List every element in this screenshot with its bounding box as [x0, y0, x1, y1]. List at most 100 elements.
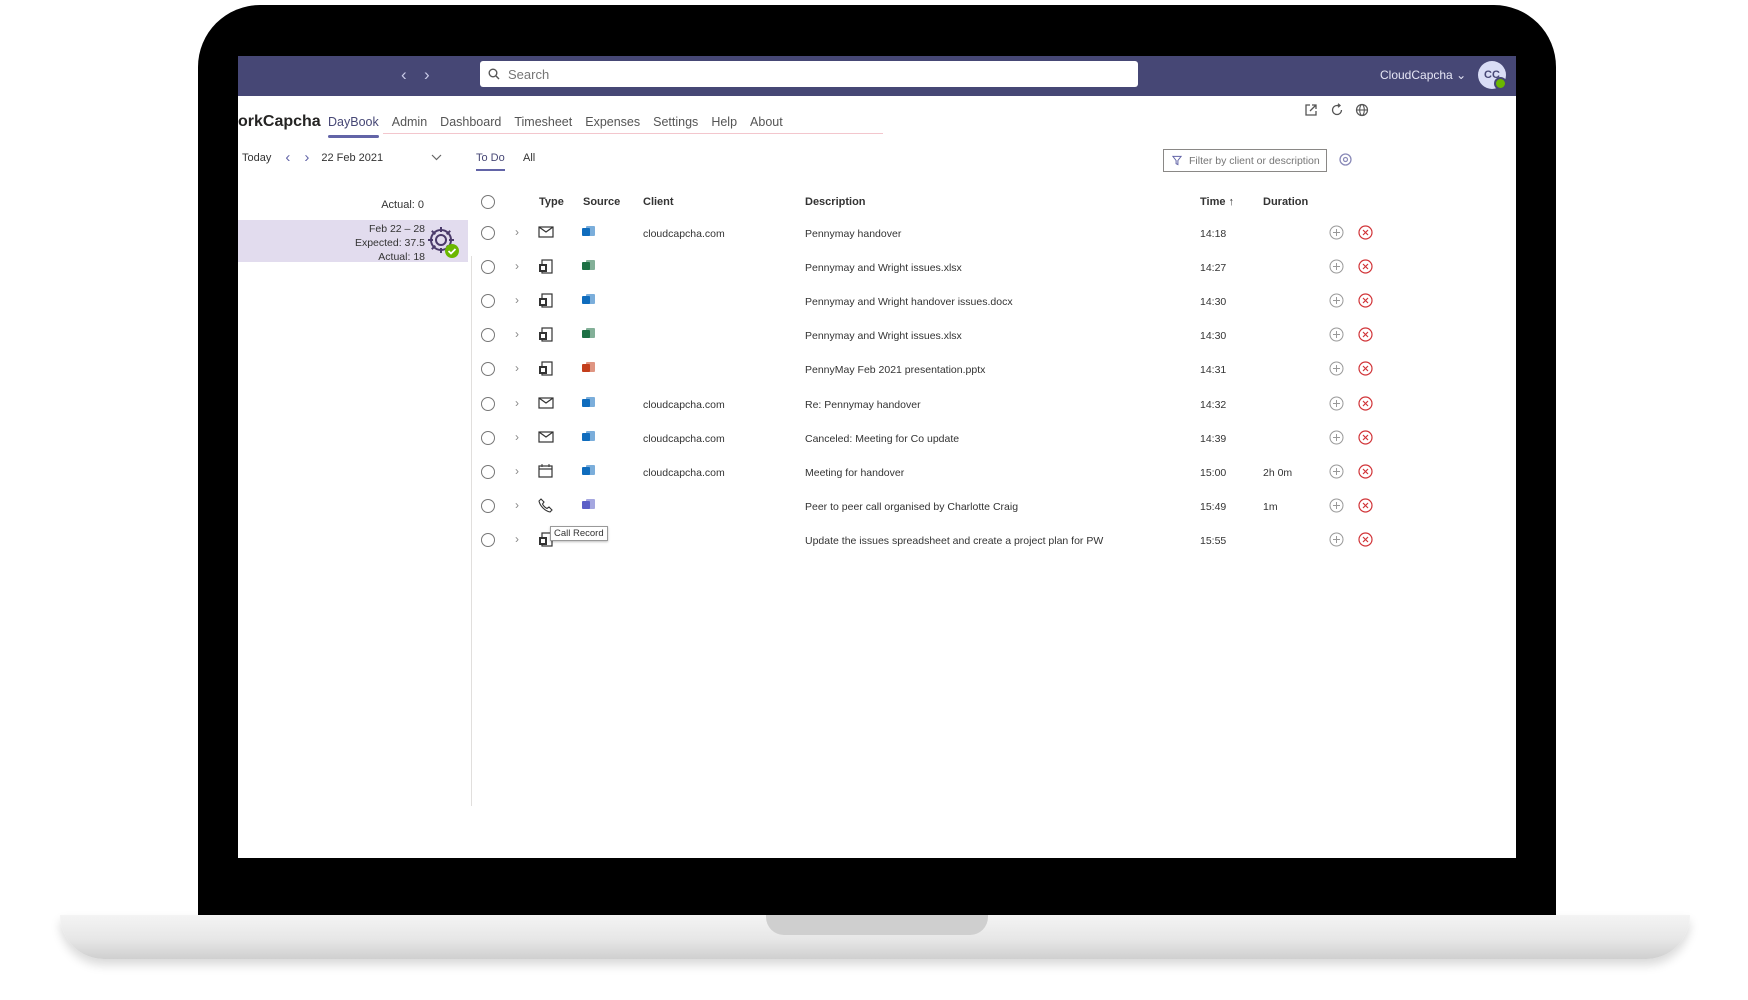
document-icon [538, 361, 554, 382]
delete-icon[interactable] [1358, 327, 1373, 342]
table-row[interactable]: › cloudcapcha.com Canceled: Meeting for Co… [238, 422, 1516, 456]
filter-box[interactable] [1163, 149, 1327, 172]
table-row[interactable]: › Pennymay and Wright issues.xlsx 14:27 [238, 251, 1516, 285]
table-row[interactable]: › PennyMay Feb 2021 presentation.pptx 14:3… [238, 353, 1516, 387]
chevron-right-icon[interactable]: › [515, 532, 519, 546]
chevron-right-icon[interactable]: › [515, 430, 519, 444]
time-cell: 14:31 [1200, 364, 1227, 377]
teams-icon [582, 498, 596, 516]
top-bar: ‹ › CloudCapcha ⌄ CC [238, 56, 1516, 96]
chevron-right-icon[interactable]: › [515, 225, 519, 239]
refresh-icon[interactable] [1330, 103, 1344, 117]
back-arrow-icon[interactable]: ‹ [401, 65, 407, 85]
chevron-down-icon[interactable] [431, 154, 442, 161]
document-icon [538, 327, 554, 348]
settings-icon[interactable] [1339, 153, 1352, 166]
add-icon[interactable] [1329, 259, 1344, 274]
column-header-duration[interactable]: Duration [1263, 196, 1308, 208]
chevron-right-icon[interactable]: › [515, 293, 519, 307]
row-checkbox[interactable] [481, 362, 495, 377]
time-cell: 14:32 [1200, 398, 1227, 411]
add-icon[interactable] [1329, 293, 1344, 308]
previous-day-icon[interactable]: ‹ [285, 149, 290, 166]
search-box[interactable] [480, 61, 1138, 87]
description-cell: Update the issues spreadsheet and create… [805, 534, 1104, 547]
column-header-description[interactable]: Description [805, 196, 866, 208]
row-checkbox[interactable] [481, 430, 495, 445]
delete-icon[interactable] [1358, 429, 1373, 445]
row-checkbox[interactable] [481, 260, 495, 275]
tab-admin[interactable]: Admin [392, 115, 427, 138]
chevron-right-icon[interactable]: › [515, 361, 519, 375]
add-icon[interactable] [1329, 532, 1344, 547]
chevron-right-icon[interactable]: › [515, 396, 519, 410]
chevron-right-icon[interactable]: › [515, 498, 519, 512]
description-cell: Pennymay and Wright handover issues.docx [805, 296, 1013, 309]
tab-expenses[interactable]: Expenses [585, 115, 640, 138]
table-row[interactable]: › Update the issues spreadsheet and creat… [238, 524, 1516, 558]
column-header-time[interactable]: Time ↑ [1200, 196, 1234, 208]
globe-icon[interactable] [1355, 103, 1369, 117]
row-checkbox[interactable] [481, 226, 495, 240]
tab-settings[interactable]: Settings [653, 115, 698, 138]
table-row[interactable]: › Pennymay and Wright handover issues.doc… [238, 285, 1516, 319]
row-checkbox[interactable] [481, 464, 495, 479]
tab-daybook[interactable]: DayBook [328, 115, 379, 138]
avatar[interactable]: CC [1478, 61, 1507, 90]
tab-to-do[interactable]: To Do [476, 152, 505, 171]
delete-icon[interactable] [1358, 225, 1373, 240]
tooltip: Call Record [550, 526, 608, 541]
add-icon[interactable] [1329, 396, 1344, 411]
forward-arrow-icon[interactable]: › [424, 65, 430, 85]
duration-cell: 2h 0m [1263, 466, 1293, 479]
table-row[interactable]: › Pennymay and Wright issues.xlsx 14:30 [238, 319, 1516, 353]
delete-icon[interactable] [1358, 532, 1373, 547]
description-cell: Re: Pennymay handover [805, 398, 921, 411]
search-input[interactable] [506, 65, 1110, 83]
add-icon[interactable] [1329, 464, 1344, 479]
delete-icon[interactable] [1358, 259, 1373, 274]
column-header-type[interactable]: Type [539, 196, 564, 208]
time-cell: 15:49 [1200, 500, 1227, 513]
row-checkbox[interactable] [481, 498, 495, 513]
row-checkbox[interactable] [481, 294, 495, 309]
filter-icon [1172, 155, 1182, 166]
row-checkbox[interactable] [481, 532, 495, 547]
row-checkbox[interactable] [481, 396, 495, 411]
filter-input[interactable] [1187, 153, 1326, 168]
delete-icon[interactable] [1358, 464, 1373, 479]
org-switcher[interactable]: CloudCapcha ⌄ [1380, 68, 1466, 82]
tab-help[interactable]: Help [711, 115, 737, 138]
row-checkbox[interactable] [481, 328, 495, 343]
table-row[interactable]: › cloudcapcha.com Pennymay handover 14:18 [238, 217, 1516, 251]
delete-icon[interactable] [1358, 498, 1373, 513]
add-icon[interactable] [1329, 498, 1344, 513]
tab-about[interactable]: About [750, 115, 783, 138]
select-all-checkbox[interactable] [481, 195, 495, 209]
column-header-source[interactable]: Source [583, 196, 620, 208]
today-button[interactable]: Today [242, 152, 271, 164]
document-icon [538, 293, 554, 314]
column-header-client[interactable]: Client [643, 196, 674, 208]
email-icon [538, 225, 554, 243]
delete-icon[interactable] [1358, 361, 1373, 376]
table-row[interactable]: › cloudcapcha.com Re: Pennymay handover 14:… [238, 388, 1516, 422]
app-screen: ‹ › CloudCapcha ⌄ CC orkCapcha DayBook A… [238, 56, 1516, 858]
delete-icon[interactable] [1358, 293, 1373, 308]
add-icon[interactable] [1329, 430, 1344, 445]
table-row[interactable]: › cloudcapcha.com Meeting for handover 15:0… [238, 456, 1516, 490]
tab-all[interactable]: All [523, 152, 535, 164]
add-icon[interactable] [1329, 361, 1344, 376]
tab-timesheet[interactable]: Timesheet [514, 115, 572, 138]
chevron-right-icon[interactable]: › [515, 259, 519, 273]
tab-dashboard[interactable]: Dashboard [440, 115, 501, 138]
chevron-right-icon[interactable]: › [515, 464, 519, 478]
add-icon[interactable] [1329, 225, 1344, 240]
table-row[interactable]: › Peer to peer call organised by Charlott… [238, 490, 1516, 524]
next-day-icon[interactable]: › [304, 149, 309, 166]
delete-icon[interactable] [1358, 395, 1373, 411]
chevron-right-icon[interactable]: › [515, 327, 519, 341]
open-external-icon[interactable] [1304, 103, 1318, 117]
date-label[interactable]: 22 Feb 2021 [321, 152, 383, 164]
add-icon[interactable] [1329, 327, 1344, 342]
